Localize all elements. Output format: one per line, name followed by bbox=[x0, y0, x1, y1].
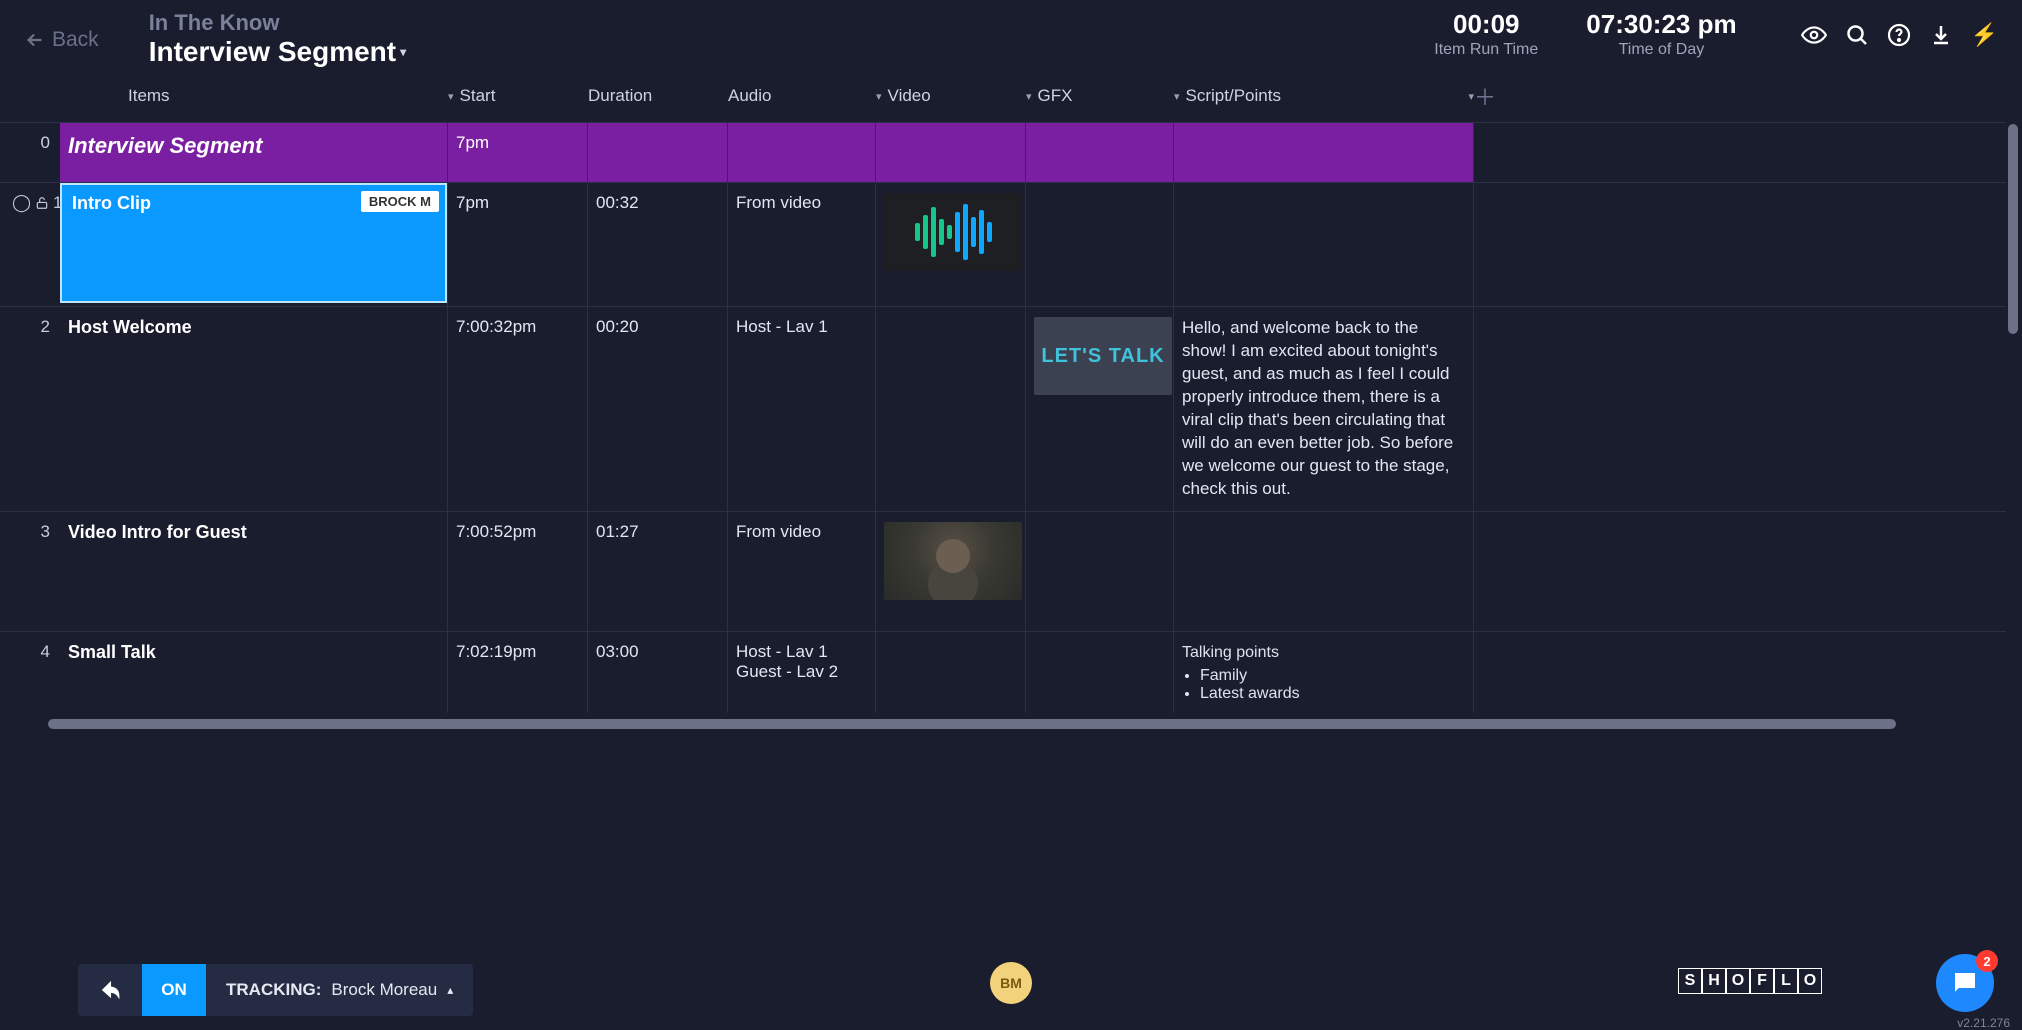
row-index: 0 bbox=[0, 123, 60, 182]
row-index: 3 bbox=[0, 512, 60, 631]
cell-start[interactable]: 7:02:19pm bbox=[448, 632, 588, 714]
person-image bbox=[884, 522, 1022, 600]
cell-start[interactable]: 7:00:52pm bbox=[448, 512, 588, 631]
unlock-icon bbox=[35, 196, 49, 210]
caret-down-icon: ▾ bbox=[400, 45, 406, 59]
time-of-day-label: Time of Day bbox=[1586, 41, 1736, 59]
column-headers: Items ▾ Start Duration Audio ▾ Video ▾ G… bbox=[0, 76, 2022, 122]
talking-point: Family bbox=[1200, 667, 1465, 685]
col-start[interactable]: ▾ Start bbox=[448, 86, 588, 106]
cell-audio[interactable]: Host - Lav 1 bbox=[728, 307, 876, 511]
row-index: 2 bbox=[0, 307, 60, 511]
segment-row[interactable]: 0 Interview Segment 7pm bbox=[0, 122, 2006, 182]
chat-icon bbox=[1950, 968, 1980, 998]
cell-script[interactable] bbox=[1174, 183, 1474, 306]
cell-audio[interactable]: From video bbox=[728, 183, 876, 306]
item-title: Host Welcome bbox=[68, 317, 192, 337]
cell-script[interactable]: Talking points Family Latest awards bbox=[1174, 632, 1474, 714]
audio-line: Guest - Lav 2 bbox=[736, 662, 867, 682]
tracking-label: TRACKING: bbox=[226, 980, 321, 1000]
radio-icon: ◯ bbox=[12, 193, 31, 213]
video-thumbnail[interactable] bbox=[884, 522, 1022, 600]
col-script[interactable]: ▾ Script/Points ▾ bbox=[1174, 86, 1474, 106]
cell-audio[interactable]: Host - Lav 1 Guest - Lav 2 bbox=[728, 632, 876, 714]
segment-row-title: Interview Segment bbox=[68, 133, 262, 158]
cell-duration[interactable]: 00:20 bbox=[588, 307, 728, 511]
cell-start[interactable]: 7pm bbox=[448, 183, 588, 306]
segment-title-text: Interview Segment bbox=[149, 36, 396, 68]
notification-badge: 2 bbox=[1976, 950, 1998, 972]
video-thumbnail[interactable] bbox=[884, 193, 1022, 271]
row-index: 1 bbox=[53, 193, 60, 213]
audio-line: Host - Lav 1 bbox=[736, 642, 867, 662]
item-run-time-label: Item Run Time bbox=[1434, 41, 1538, 59]
show-title: In The Know bbox=[149, 10, 406, 36]
vertical-scrollbar[interactable] bbox=[2008, 124, 2018, 334]
col-items[interactable]: Items bbox=[60, 86, 448, 106]
back-button[interactable]: Back bbox=[24, 28, 99, 52]
cell-duration[interactable]: 01:27 bbox=[588, 512, 728, 631]
version-label: v2.21.276 bbox=[1957, 1016, 2010, 1030]
horizontal-scrollbar[interactable] bbox=[48, 719, 1896, 729]
share-icon bbox=[100, 980, 120, 1000]
cell-gfx[interactable] bbox=[1026, 512, 1174, 631]
col-duration[interactable]: Duration bbox=[588, 86, 728, 106]
share-button[interactable] bbox=[78, 964, 142, 1016]
cell-gfx[interactable] bbox=[1026, 183, 1174, 306]
talking-point: Latest awards bbox=[1200, 685, 1465, 703]
item-title: Video Intro for Guest bbox=[68, 522, 247, 542]
rundown-row[interactable]: 2 Host Welcome 7:00:32pm 00:20 Host - La… bbox=[0, 306, 2006, 511]
lets-talk-graphic: LET'S TALK bbox=[1034, 317, 1172, 395]
tracking-on-button[interactable]: ON bbox=[142, 964, 206, 1016]
cell-video[interactable] bbox=[876, 632, 1026, 714]
item-run-time-value: 00:09 bbox=[1434, 10, 1538, 39]
bolt-icon[interactable]: ⚡ bbox=[1971, 22, 1998, 48]
item-title: Intro Clip bbox=[72, 193, 151, 213]
cell-duration[interactable]: 03:00 bbox=[588, 632, 728, 714]
caret-up-icon: ▴ bbox=[447, 983, 453, 997]
cell-script[interactable] bbox=[1174, 512, 1474, 631]
add-column-button[interactable]: ＋ bbox=[1474, 80, 1494, 112]
rundown-row[interactable]: ◯ 1 Intro Clip BROCK M 7pm 00:32 From vi… bbox=[0, 182, 2006, 306]
live-item-card[interactable]: Intro Clip BROCK M bbox=[60, 183, 447, 303]
eye-icon[interactable] bbox=[1801, 22, 1827, 48]
user-avatar[interactable]: BM bbox=[990, 962, 1032, 1004]
item-title: Small Talk bbox=[68, 642, 156, 662]
cell-video[interactable] bbox=[876, 307, 1026, 511]
col-gfx[interactable]: ▾ GFX bbox=[1026, 86, 1174, 106]
chevron-down-icon: ▾ bbox=[448, 90, 454, 103]
brand-logo: S H O F L O bbox=[1678, 968, 1822, 994]
cell-audio[interactable]: From video bbox=[728, 512, 876, 631]
tracking-name: Brock Moreau bbox=[331, 980, 437, 1000]
col-audio[interactable]: Audio bbox=[728, 86, 876, 106]
download-icon[interactable] bbox=[1929, 23, 1953, 47]
tracking-selector[interactable]: TRACKING: Brock Moreau ▴ bbox=[206, 964, 473, 1016]
chevron-down-icon: ▾ bbox=[1174, 90, 1180, 103]
col-video[interactable]: ▾ Video bbox=[876, 86, 1026, 106]
script-heading: Talking points bbox=[1182, 642, 1465, 664]
chevron-down-icon: ▾ bbox=[1026, 90, 1032, 103]
search-icon[interactable] bbox=[1845, 23, 1869, 47]
back-label: Back bbox=[52, 28, 99, 52]
chevron-down-icon: ▾ bbox=[876, 90, 882, 103]
time-of-day-value: 07:30:23 pm bbox=[1586, 10, 1736, 39]
rundown-row[interactable]: 3 Video Intro for Guest 7:00:52pm 01:27 … bbox=[0, 511, 2006, 631]
segment-title-dropdown[interactable]: Interview Segment ▾ bbox=[149, 36, 406, 68]
row-index: 4 bbox=[0, 632, 60, 714]
arrow-left-icon bbox=[24, 29, 46, 51]
cell-duration[interactable]: 00:32 bbox=[588, 183, 728, 306]
rundown-row[interactable]: 4 Small Talk 7:02:19pm 03:00 Host - Lav … bbox=[0, 631, 2006, 714]
segment-start: 7pm bbox=[448, 123, 588, 182]
help-icon[interactable] bbox=[1887, 23, 1911, 47]
cell-start[interactable]: 7:00:32pm bbox=[448, 307, 588, 511]
waveform-icon bbox=[915, 202, 992, 262]
cell-script[interactable]: Hello, and welcome back to the show! I a… bbox=[1174, 307, 1474, 511]
cell-gfx[interactable]: LET'S TALK bbox=[1026, 307, 1174, 511]
cell-gfx[interactable] bbox=[1026, 632, 1174, 714]
gfx-thumbnail[interactable]: LET'S TALK bbox=[1034, 317, 1172, 395]
cell-video[interactable] bbox=[876, 183, 1026, 306]
editor-badge: BROCK M bbox=[361, 191, 439, 212]
chat-button[interactable]: 2 bbox=[1936, 954, 1994, 1012]
cell-video[interactable] bbox=[876, 512, 1026, 631]
